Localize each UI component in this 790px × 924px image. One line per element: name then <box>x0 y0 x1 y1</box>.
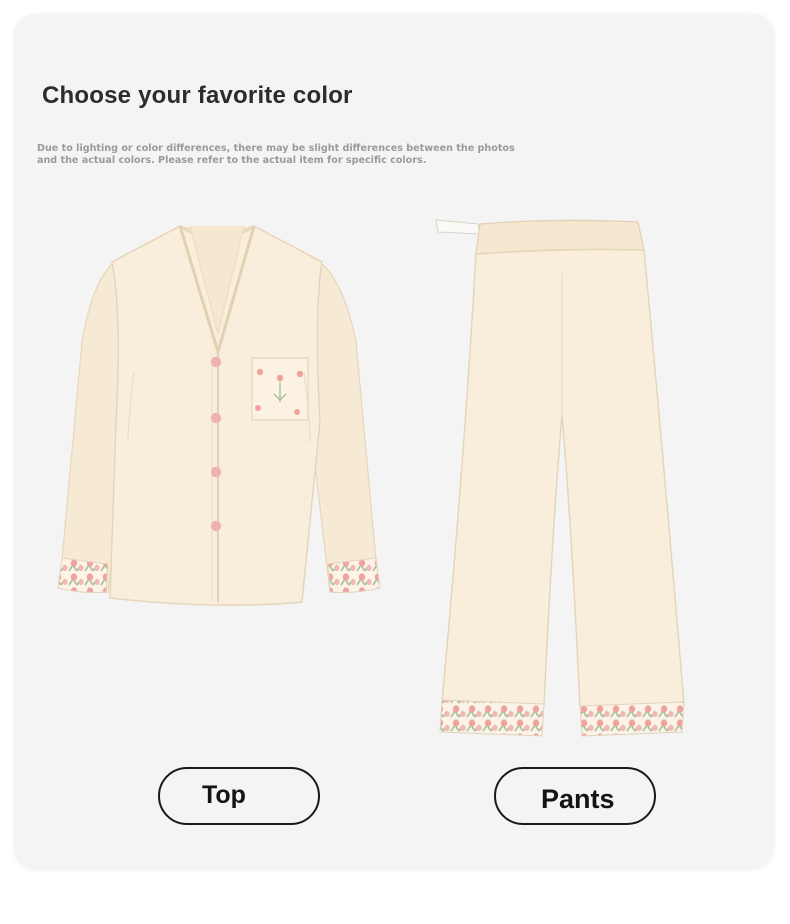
pants-option-label: Pants <box>541 784 615 814</box>
pajama-top-image <box>57 225 381 606</box>
top-option-label: Top <box>202 781 246 809</box>
disclaimer-line-2: and the actual colors. Please refer to t… <box>37 154 427 166</box>
pajama-pants-image <box>435 219 685 737</box>
pants-option-button[interactable]: Pants <box>494 767 656 825</box>
color-disclaimer: Due to lighting or color differences, th… <box>37 143 597 166</box>
top-option-button[interactable]: Top <box>158 767 320 825</box>
disclaimer-line-1: Due to lighting or color differences, th… <box>37 143 515 154</box>
section-title: Choose your favorite color <box>42 82 353 109</box>
